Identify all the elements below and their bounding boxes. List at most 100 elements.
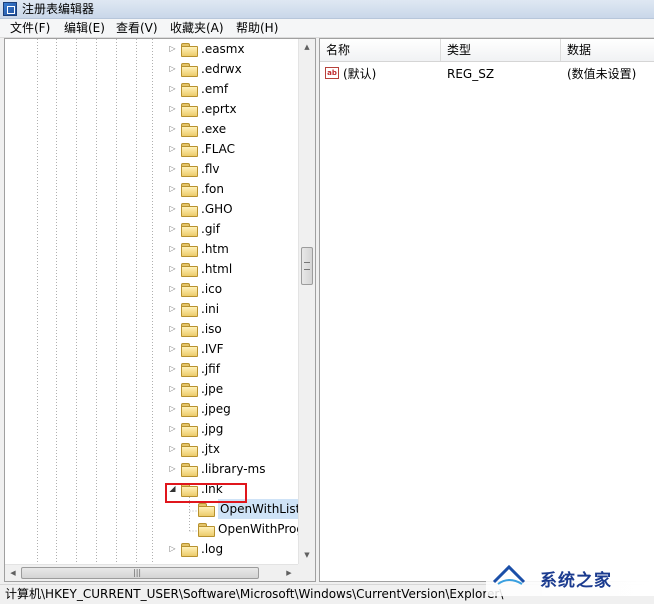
key-tree-pane[interactable]: ▷ .easmx ▷ .edrwx ▷ .emf ▷ .eprtx ▷ .exe ▷ .FLAC ▷ .f…: [4, 38, 316, 582]
values-list-pane[interactable]: 名称 类型 数据 ab (默认) REG_SZ (数值未设置): [319, 38, 654, 582]
collapsed-triangle-icon[interactable]: ▷: [168, 544, 177, 553]
value-type: REG_SZ: [447, 67, 495, 81]
collapsed-triangle-icon[interactable]: ▷: [168, 264, 177, 273]
tree-item-label: .edrwx: [201, 62, 242, 76]
folder-icon: [181, 323, 198, 337]
tree-item-label: .ini: [201, 302, 220, 316]
tree-item-label: OpenWithList: [218, 499, 303, 519]
collapsed-triangle-icon[interactable]: ▷: [168, 84, 177, 93]
column-header-type[interactable]: 类型: [441, 39, 561, 61]
tree-item-iso[interactable]: ▷ .iso: [5, 319, 299, 339]
collapsed-triangle-icon[interactable]: ▷: [168, 404, 177, 413]
collapsed-triangle-icon[interactable]: ▷: [168, 204, 177, 213]
tree-vertical-scrollbar[interactable]: ▲ ▼: [298, 39, 315, 564]
tree-item-ini[interactable]: ▷ .ini: [5, 299, 299, 319]
folder-icon: [181, 163, 198, 177]
collapsed-triangle-icon[interactable]: ▷: [168, 44, 177, 53]
collapsed-triangle-icon[interactable]: ▷: [168, 464, 177, 473]
tree-item-eprtx[interactable]: ▷ .eprtx: [5, 99, 299, 119]
tree-item-library-ms[interactable]: ▷ .library-ms: [5, 459, 299, 479]
tree-item-edrwx[interactable]: ▷ .edrwx: [5, 59, 299, 79]
tree-item-flv[interactable]: ▷ .flv: [5, 159, 299, 179]
folder-icon: [181, 83, 198, 97]
folder-icon: [181, 123, 198, 137]
tree-item-label: .easmx: [201, 42, 245, 56]
tree-item-emf[interactable]: ▷ .emf: [5, 79, 299, 99]
tree-item-label: .jtx: [201, 442, 220, 456]
menu-edit[interactable]: 编辑(E): [64, 20, 105, 36]
collapsed-triangle-icon[interactable]: ▷: [168, 124, 177, 133]
scroll-right-arrow-icon[interactable]: ▶: [281, 565, 297, 581]
tree-item-flac[interactable]: ▷ .FLAC: [5, 139, 299, 159]
tree-item-label: .eprtx: [201, 102, 237, 116]
collapsed-triangle-icon[interactable]: ▷: [168, 444, 177, 453]
tree-item-jpe[interactable]: ▷ .jpe: [5, 379, 299, 399]
tree-item-jtx[interactable]: ▷ .jtx: [5, 439, 299, 459]
collapsed-triangle-icon[interactable]: ▷: [168, 164, 177, 173]
folder-icon: [181, 423, 198, 437]
tree-item-label: .iso: [201, 322, 222, 336]
collapsed-triangle-icon[interactable]: ▷: [168, 344, 177, 353]
scroll-down-arrow-icon[interactable]: ▼: [299, 547, 315, 563]
collapsed-triangle-icon[interactable]: ▷: [168, 384, 177, 393]
scroll-left-arrow-icon[interactable]: ◀: [5, 565, 21, 581]
tree-item-label: .fon: [201, 182, 224, 196]
value-row-default[interactable]: ab (默认) REG_SZ (数值未设置): [320, 65, 654, 83]
vertical-scroll-thumb[interactable]: [301, 247, 313, 285]
tree-item-exe[interactable]: ▷ .exe: [5, 119, 299, 139]
tree-item-label: .jpe: [201, 382, 224, 396]
folder-icon: [181, 343, 198, 357]
tree-item-label: .jpg: [201, 422, 224, 436]
menu-help[interactable]: 帮助(H): [236, 20, 278, 36]
watermark-logo-icon: [492, 564, 526, 585]
collapsed-triangle-icon[interactable]: ▷: [168, 284, 177, 293]
scroll-up-arrow-icon[interactable]: ▲: [299, 39, 315, 55]
tree-item-gif[interactable]: ▷ .gif: [5, 219, 299, 239]
collapsed-triangle-icon[interactable]: ▷: [168, 244, 177, 253]
collapsed-triangle-icon[interactable]: ▷: [168, 64, 177, 73]
tree-item-label: .library-ms: [201, 462, 266, 476]
tree-item-ivf[interactable]: ▷ .IVF: [5, 339, 299, 359]
tree-item-openwithlist[interactable]: OpenWithList: [5, 499, 303, 519]
collapsed-triangle-icon[interactable]: ▷: [168, 184, 177, 193]
horizontal-scroll-thumb[interactable]: |||: [21, 567, 259, 579]
scrollbar-corner: [298, 564, 315, 581]
collapsed-triangle-icon[interactable]: ▷: [168, 104, 177, 113]
tree-item-html[interactable]: ▷ .html: [5, 259, 299, 279]
tree-item-htm[interactable]: ▷ .htm: [5, 239, 299, 259]
folder-icon: [198, 503, 215, 517]
column-header-data[interactable]: 数据: [561, 39, 654, 61]
tree-item-label: .ico: [201, 282, 223, 296]
tree-item-jpeg[interactable]: ▷ .jpeg: [5, 399, 299, 419]
tree-item-lnk[interactable]: ◢ .lnk: [5, 479, 299, 499]
menu-file[interactable]: 文件(F): [10, 20, 50, 36]
tree-item-ico[interactable]: ▷ .ico: [5, 279, 299, 299]
collapsed-triangle-icon[interactable]: ▷: [168, 364, 177, 373]
collapsed-triangle-icon[interactable]: ▷: [168, 224, 177, 233]
tree-item-fon[interactable]: ▷ .fon: [5, 179, 299, 199]
tree-item-label: .GHO: [201, 202, 233, 216]
folder-icon: [181, 63, 198, 77]
tree-horizontal-scrollbar[interactable]: ◀ ||| ▶: [5, 564, 298, 581]
collapsed-triangle-icon[interactable]: ▷: [168, 304, 177, 313]
menu-favorites[interactable]: 收藏夹(A): [170, 20, 224, 36]
collapsed-triangle-icon[interactable]: ▷: [168, 324, 177, 333]
menu-view[interactable]: 查看(V): [116, 20, 158, 36]
tree-item-label: .gif: [201, 222, 220, 236]
folder-icon: [181, 243, 198, 257]
collapsed-triangle-icon[interactable]: ▷: [168, 144, 177, 153]
tree-item-openwithprogids[interactable]: OpenWithProgids: [5, 519, 315, 539]
tree-item-gho[interactable]: ▷ .GHO: [5, 199, 299, 219]
tree-item-jfif[interactable]: ▷ .jfif: [5, 359, 299, 379]
folder-icon: [181, 103, 198, 117]
tree-item-jpg[interactable]: ▷ .jpg: [5, 419, 299, 439]
tree-item-label: .jpeg: [201, 402, 231, 416]
tree-item-label: .jfif: [201, 362, 220, 376]
expanded-triangle-icon[interactable]: ◢: [168, 484, 177, 493]
registry-editor-icon: [3, 2, 17, 16]
column-header-name[interactable]: 名称: [320, 39, 441, 61]
collapsed-triangle-icon[interactable]: ▷: [168, 424, 177, 433]
tree-item-log[interactable]: ▷ .log: [5, 539, 299, 559]
tree-item-easmx[interactable]: ▷ .easmx: [5, 39, 299, 59]
menu-bar: 文件(F) 编辑(E) 查看(V) 收藏夹(A) 帮助(H): [0, 19, 654, 38]
